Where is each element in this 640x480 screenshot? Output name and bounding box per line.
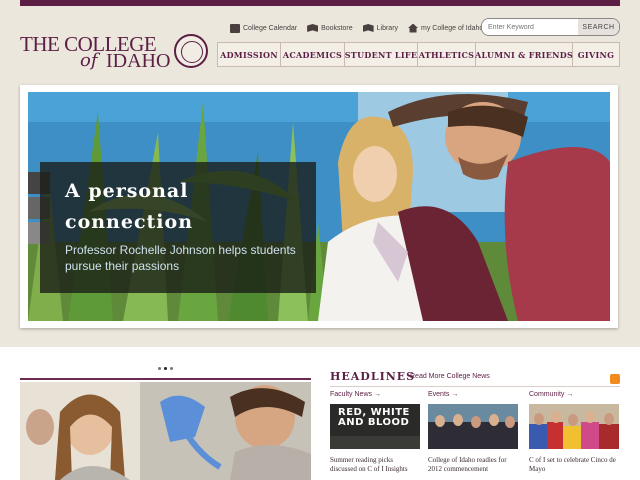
hero-title: A personal connection	[65, 180, 194, 233]
rss-icon[interactable]	[610, 374, 620, 384]
headlines-divider	[330, 386, 620, 387]
feature-story-photo[interactable]	[20, 382, 311, 480]
utility-link-calendar[interactable]: College Calendar	[230, 21, 297, 35]
library-icon	[362, 24, 374, 32]
search-input[interactable]	[482, 19, 578, 35]
utility-links: College Calendar Bookstore Library my Co…	[230, 21, 483, 35]
news-headline[interactable]: Summer reading picks discussed on C of I…	[330, 456, 420, 474]
top-accent-bar	[20, 0, 620, 6]
utility-link-my-college[interactable]: my College of Idaho	[408, 21, 483, 35]
nav-item-admission[interactable]: ADMISSION	[218, 43, 281, 66]
utility-link-library[interactable]: Library	[362, 21, 399, 35]
search-box: SEARCH	[481, 18, 620, 36]
news-headline[interactable]: C of I set to celebrate Cinco de Mayo	[529, 456, 619, 474]
news-category-link[interactable]: Events →	[428, 391, 518, 400]
news-thumbnail[interactable]	[529, 404, 619, 449]
college-seal-icon	[174, 34, 208, 68]
utility-link-label: Library	[376, 24, 399, 32]
headlines-title: HEADLINES	[330, 370, 416, 383]
college-logo[interactable]: THE COLLEGE of IDAHO	[20, 30, 210, 80]
news-column-faculty: Faculty News → RED, WHITE AND BLOOD Summ…	[330, 391, 420, 474]
feature-story-rule	[20, 378, 311, 380]
nav-item-alumni-friends[interactable]: ALUMNI & FRIENDS	[475, 43, 573, 66]
nav-item-athletics[interactable]: ATHLETICS	[418, 43, 476, 66]
nav-item-giving[interactable]: GIVING	[573, 43, 619, 66]
news-headline[interactable]: College of Idaho readies for 2012 commen…	[428, 456, 518, 474]
news-category-link[interactable]: Faculty News →	[330, 391, 420, 400]
slider-dots	[158, 367, 173, 370]
search-button[interactable]: SEARCH	[578, 19, 619, 35]
news-category-link[interactable]: Community →	[529, 391, 619, 400]
feature-story-illustration	[20, 382, 311, 480]
news-column-events: Events → College of Idaho readies for 20…	[428, 391, 518, 474]
main-nav: ADMISSION ACADEMICS STUDENT LIFE ATHLETI…	[217, 42, 620, 67]
nav-item-academics[interactable]: ACADEMICS	[281, 43, 345, 66]
news-thumbnail-image	[428, 404, 518, 449]
utility-link-label: Bookstore	[321, 24, 353, 32]
slider-dot[interactable]	[170, 367, 173, 370]
slider-dot[interactable]	[158, 367, 161, 370]
book-icon	[307, 24, 319, 32]
news-thumbnail-text: RED, WHITE AND BLOOD	[338, 407, 410, 428]
slider-dot-active[interactable]	[164, 367, 167, 370]
more-news-link[interactable]: Read More College News	[410, 373, 490, 380]
news-thumbnail[interactable]: RED, WHITE AND BLOOD	[330, 404, 420, 449]
news-thumbnail[interactable]	[428, 404, 518, 449]
calendar-icon	[230, 23, 240, 33]
hero-banner[interactable]: A personal connection Professor Rochelle…	[20, 85, 618, 328]
utility-link-bookstore[interactable]: Bookstore	[307, 21, 353, 35]
hero-subtitle: Professor Rochelle Johnson helps student…	[65, 243, 296, 273]
news-thumbnail-image	[529, 404, 619, 449]
logo-line-2: IDAHO	[106, 50, 171, 72]
utility-link-label: my College of Idaho	[421, 24, 484, 32]
house-icon	[408, 23, 419, 33]
nav-item-student-life[interactable]: STUDENT LIFE	[345, 43, 418, 66]
hero-caption-panel: A personal connection Professor Rochelle…	[40, 162, 316, 293]
logo-of: of	[80, 50, 98, 71]
utility-link-label: College Calendar	[243, 24, 298, 32]
news-column-community: Community → C of I set to celebrate Cinc…	[529, 391, 619, 474]
